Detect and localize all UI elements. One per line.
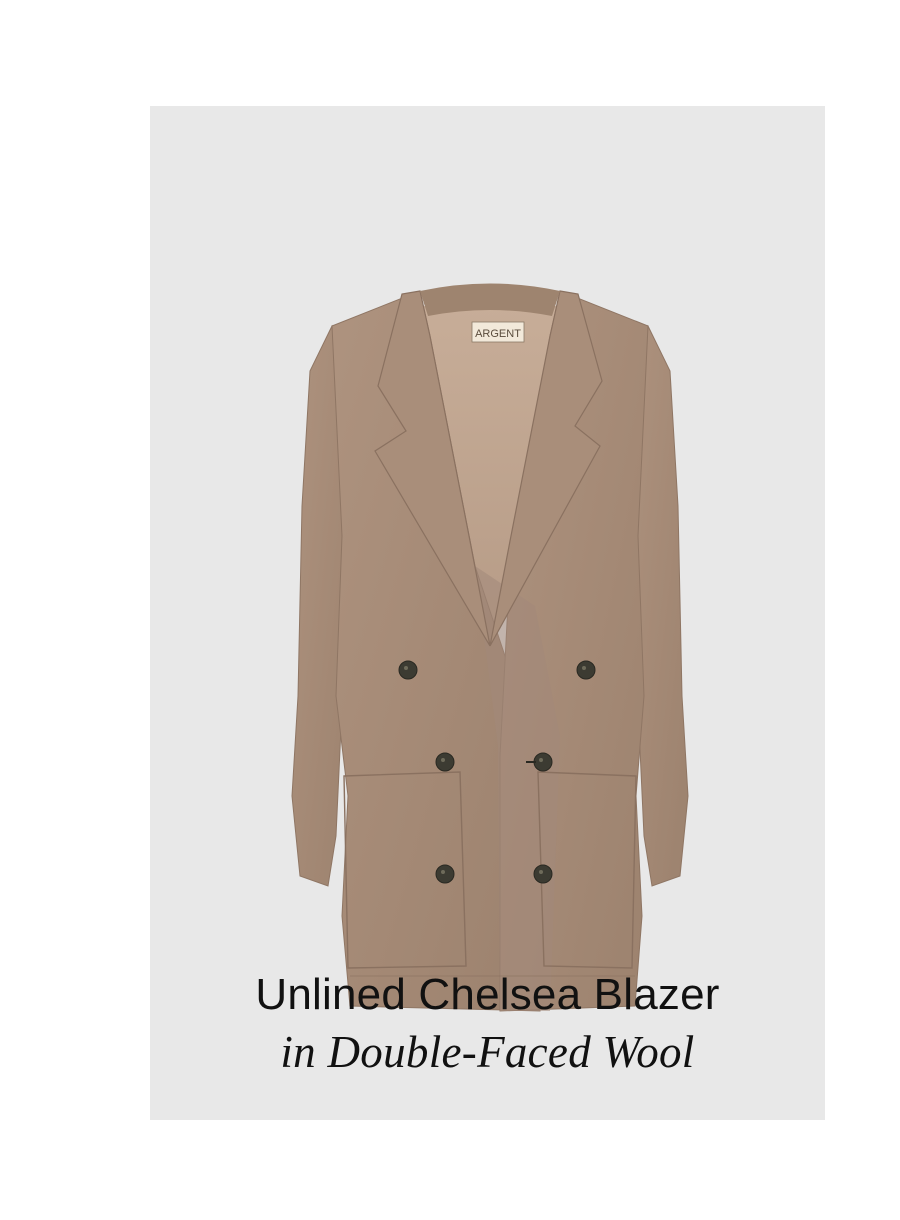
product-card[interactable]: ARGENT Unlined Chelsea Blazer in Double-…	[150, 106, 825, 1120]
product-title[interactable]: Unlined Chelsea Blazer	[150, 970, 825, 1020]
blazer-product-image[interactable]: ARGENT	[270, 276, 710, 1016]
svg-text:ARGENT: ARGENT	[475, 328, 521, 340]
product-subtitle[interactable]: in Double-Faced Wool	[150, 1026, 825, 1078]
